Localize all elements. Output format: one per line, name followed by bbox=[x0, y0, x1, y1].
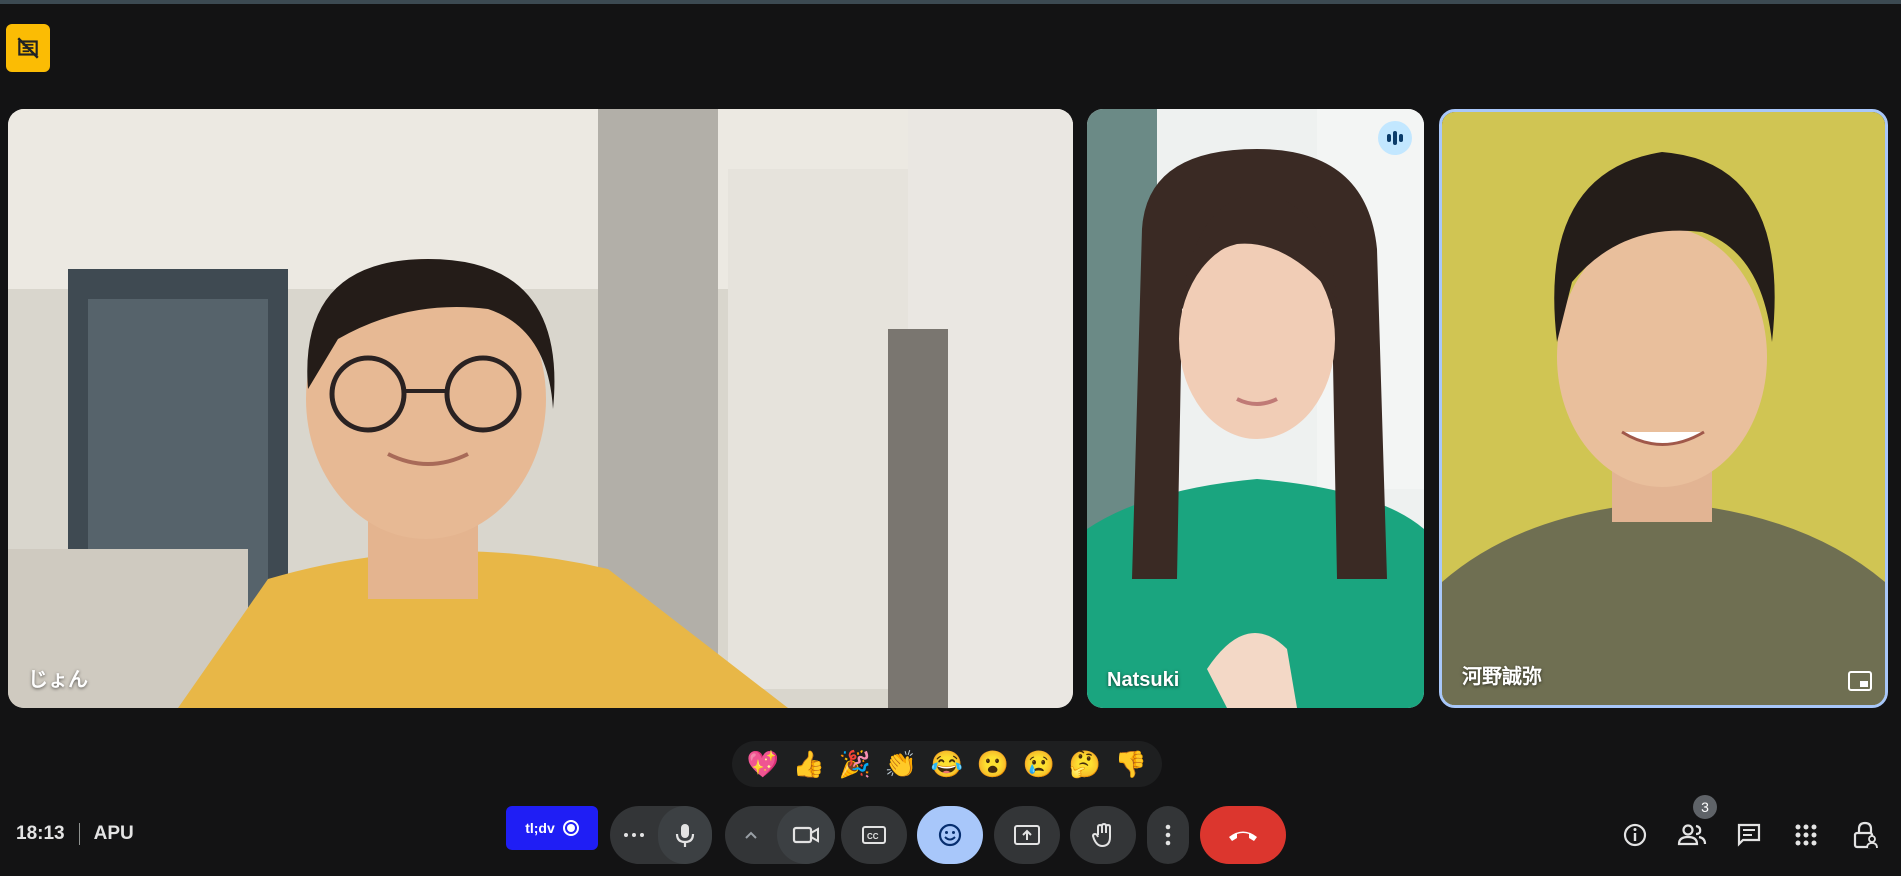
hand-icon bbox=[1091, 822, 1111, 848]
video-feed bbox=[8, 109, 1073, 708]
reaction-thumbs-up[interactable]: 👍 bbox=[790, 745, 828, 783]
extension-label: tl;dv bbox=[525, 820, 555, 836]
reaction-surprised[interactable]: 😮 bbox=[974, 745, 1012, 783]
participant-tile[interactable]: 河野誠弥 bbox=[1439, 109, 1888, 708]
reactions-bar: 💖 👍 🎉 👏 😂 😮 😢 🤔 👎 bbox=[732, 741, 1162, 787]
meeting-details: 18:13 APU bbox=[16, 823, 134, 845]
camera-control-group bbox=[725, 806, 835, 864]
people-button[interactable] bbox=[1672, 815, 1712, 855]
participant-name: 河野誠弥 bbox=[1462, 666, 1542, 688]
record-icon bbox=[562, 820, 579, 836]
video-feed bbox=[1442, 112, 1885, 705]
camera-button[interactable] bbox=[777, 806, 835, 864]
host-controls-button[interactable] bbox=[1845, 815, 1885, 855]
mic-icon bbox=[675, 824, 695, 847]
closed-caption-icon: CC bbox=[862, 826, 886, 844]
divider bbox=[78, 823, 80, 845]
participant-count-badge: 3 bbox=[1693, 795, 1717, 819]
video-feed bbox=[1087, 109, 1424, 708]
reaction-crying[interactable]: 😢 bbox=[1020, 745, 1058, 783]
mic-control-group bbox=[610, 806, 712, 864]
more-options-button[interactable] bbox=[1147, 806, 1189, 864]
leave-call-button[interactable] bbox=[1200, 806, 1286, 864]
mic-button[interactable] bbox=[658, 806, 712, 864]
chat-button[interactable] bbox=[1729, 815, 1769, 855]
chevron-up-icon bbox=[745, 831, 757, 839]
participant-name: じょん bbox=[28, 669, 88, 691]
chat-icon bbox=[1737, 823, 1761, 847]
people-icon bbox=[1677, 824, 1707, 846]
recording-status-badge[interactable] bbox=[6, 24, 50, 72]
emoji-icon bbox=[938, 823, 962, 847]
send-reaction-button[interactable] bbox=[917, 806, 983, 864]
meeting-info-button[interactable] bbox=[1615, 815, 1655, 855]
activities-button[interactable] bbox=[1786, 815, 1826, 855]
picture-in-picture-icon bbox=[1848, 671, 1872, 691]
more-vert-icon bbox=[1165, 824, 1171, 846]
speaking-indicator-icon bbox=[1378, 121, 1412, 155]
meeting-code: APU bbox=[93, 823, 134, 844]
no-recording-icon bbox=[17, 37, 39, 59]
top-border bbox=[0, 0, 1901, 4]
reaction-party-popper[interactable]: 🎉 bbox=[836, 745, 874, 783]
participant-tile[interactable]: じょん bbox=[8, 109, 1073, 708]
tldv-extension-button[interactable]: tl;dv bbox=[506, 806, 598, 850]
present-screen-icon bbox=[1014, 825, 1040, 845]
audio-options-button[interactable] bbox=[610, 806, 658, 864]
reaction-tears-of-joy[interactable]: 😂 bbox=[928, 745, 966, 783]
svg-text:CC: CC bbox=[867, 832, 879, 841]
captions-button[interactable]: CC bbox=[841, 806, 907, 864]
apps-grid-icon bbox=[1795, 824, 1817, 846]
reaction-thinking[interactable]: 🤔 bbox=[1066, 745, 1104, 783]
present-button[interactable] bbox=[994, 806, 1060, 864]
participant-name: Natsuki bbox=[1107, 669, 1180, 691]
info-icon bbox=[1623, 823, 1647, 847]
reaction-thumbs-down[interactable]: 👎 bbox=[1112, 745, 1150, 783]
meeting-time: 18:13 bbox=[16, 823, 65, 844]
video-options-button[interactable] bbox=[725, 806, 777, 864]
reaction-sparkling-heart[interactable]: 💖 bbox=[744, 745, 782, 783]
lock-person-icon bbox=[1853, 821, 1878, 849]
pin-tile-button[interactable] bbox=[1845, 669, 1875, 693]
reaction-clapping[interactable]: 👏 bbox=[882, 745, 920, 783]
more-horiz-icon bbox=[624, 833, 644, 837]
participant-tile[interactable]: Natsuki bbox=[1087, 109, 1424, 708]
raise-hand-button[interactable] bbox=[1070, 806, 1136, 864]
videocam-icon bbox=[792, 826, 819, 844]
call-end-icon bbox=[1229, 831, 1257, 841]
